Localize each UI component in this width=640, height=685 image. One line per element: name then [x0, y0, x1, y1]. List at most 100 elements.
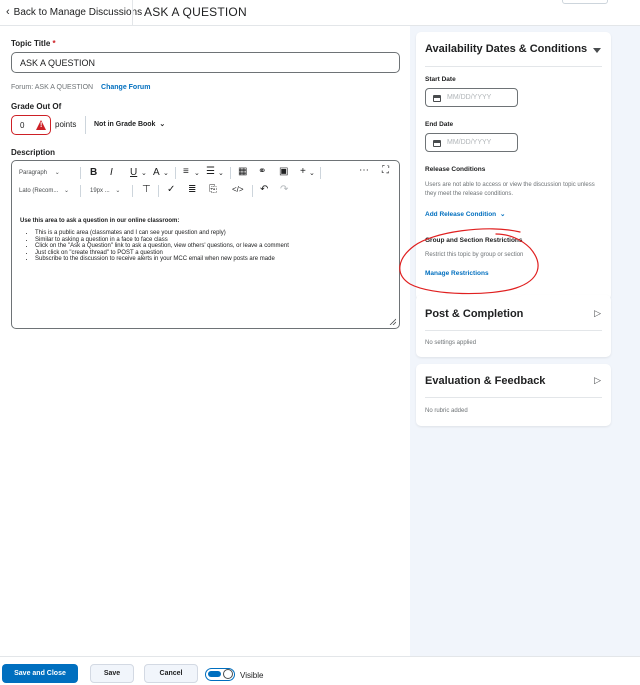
post-completion-status: No settings applied — [425, 340, 477, 346]
expand-caret-icon[interactable]: ▷ — [594, 375, 601, 386]
availability-title[interactable]: Availability Dates & Conditions — [425, 43, 587, 55]
post-completion-title[interactable]: Post & Completion — [425, 308, 523, 320]
list-item: Subscribe to the discussion to receive a… — [35, 256, 391, 263]
evaluation-feedback-status: No rubric added — [425, 408, 468, 414]
topic-title-label-text: Topic Title — [11, 39, 51, 48]
description-editor[interactable]: Paragraph ⌄ B I U ⌄ A ⌄ ≡ ⌄ ☰ ⌄ ▦ ⚭ ▣ + … — [11, 160, 400, 329]
content-lead: Use this area to ask a question in our o… — [20, 218, 180, 224]
collapse-caret-icon[interactable] — [593, 48, 601, 53]
start-date-placeholder: MM/DD/YYYY — [447, 94, 492, 101]
save-and-close-button[interactable]: Save and Close — [2, 664, 78, 683]
underline-button[interactable]: U — [130, 167, 137, 178]
top-bar: ‹ Back to Manage Discussions ASK A QUEST… — [0, 0, 640, 26]
bottom-action-bar: Save and Close Save Cancel Visible — [0, 656, 640, 685]
more-options-icon[interactable]: ⋯ — [359, 166, 369, 176]
chevron-down-icon: ⌄ — [159, 121, 166, 128]
manage-restrictions-link[interactable]: Manage Restrictions — [425, 270, 489, 277]
end-date-placeholder: MM/DD/YYYY — [447, 139, 492, 146]
post-completion-card: Post & Completion ▷ No settings applied — [416, 295, 611, 357]
save-button[interactable]: Save — [90, 664, 134, 683]
font-size-select[interactable]: 19px ... ⌄ — [90, 187, 120, 194]
list-icon[interactable]: ☰ — [206, 167, 215, 177]
cancel-button[interactable]: Cancel — [144, 664, 198, 683]
resize-handle-icon[interactable] — [389, 318, 396, 325]
italic-button[interactable]: I — [110, 167, 113, 178]
grade-book-label: Not in Grade Book — [94, 121, 156, 128]
toolbar-divider — [320, 167, 321, 179]
bold-button[interactable]: B — [90, 167, 97, 178]
redo-icon[interactable]: ↷ — [280, 185, 288, 195]
chevron-left-icon: ‹ — [6, 6, 10, 18]
preview-icon[interactable]: ⎘ — [209, 185, 217, 195]
warning-exclamation-icon: ! — [40, 122, 43, 129]
chevron-down-icon: ⌄ — [499, 211, 506, 218]
text-color-icon[interactable]: A — [153, 168, 160, 178]
add-release-condition-link[interactable]: Add Release Condition ⌄ — [425, 210, 505, 218]
visible-label: Visible — [240, 671, 264, 680]
align-icon[interactable]: ≡ — [183, 167, 189, 177]
topic-title-input[interactable]: ASK A QUESTION — [11, 52, 400, 73]
card-divider — [425, 66, 602, 67]
paragraph-format-label: Paragraph — [19, 170, 48, 176]
fullscreen-icon[interactable]: ⛶ — [382, 166, 389, 176]
toggle-knob-icon — [223, 669, 233, 679]
format-painter-icon[interactable]: ⊤ — [142, 185, 151, 195]
insert-stuff-icon[interactable]: ▦ — [238, 167, 247, 177]
add-release-condition-label: Add Release Condition — [425, 211, 497, 218]
undo-icon[interactable]: ↶ — [260, 185, 268, 195]
start-date-input[interactable]: MM/DD/YYYY — [425, 88, 518, 107]
back-to-manage-discussions-link[interactable]: ‹ Back to Manage Discussions — [6, 6, 142, 18]
chevron-down-icon: ⌄ — [54, 170, 60, 176]
chevron-down-icon[interactable]: ⌄ — [141, 169, 147, 179]
start-date-label: Start Date — [425, 76, 456, 83]
editor-content[interactable]: Use this area to ask a question in our o… — [20, 218, 391, 263]
content-bullet-list: This is a public area (classmates and I … — [20, 230, 391, 263]
group-section-label: Group and Section Restrictions — [425, 237, 523, 244]
required-mark: * — [52, 39, 56, 48]
chevron-down-icon: ⌄ — [115, 188, 121, 194]
grade-book-dropdown[interactable]: Not in Grade Book ⌄ — [94, 120, 165, 128]
change-forum-link[interactable]: Change Forum — [101, 84, 150, 91]
card-divider — [425, 397, 602, 398]
topic-title-value: ASK A QUESTION — [20, 58, 96, 68]
insert-plus-icon[interactable]: + — [300, 167, 306, 177]
grade-out-of-input[interactable]: 0 ! — [11, 115, 51, 135]
toolbar-divider — [158, 185, 159, 197]
end-date-label: End Date — [425, 121, 454, 128]
list-item: Similar to asking a question in a face t… — [35, 237, 391, 244]
list-item: Just click on "create thread" to POST a … — [35, 250, 391, 257]
chevron-down-icon[interactable]: ⌄ — [194, 169, 200, 179]
forum-text: Forum: ASK A QUESTION — [11, 84, 94, 91]
release-conditions-text: Users are not able to access or view the… — [425, 182, 595, 197]
chevron-down-icon: ⌄ — [64, 188, 70, 194]
chevron-down-icon[interactable]: ⌄ — [163, 169, 169, 179]
list-item: This is a public area (classmates and I … — [35, 230, 391, 237]
visible-toggle[interactable] — [205, 668, 235, 681]
expand-caret-icon[interactable]: ▷ — [594, 308, 601, 319]
evaluation-feedback-title[interactable]: Evaluation & Feedback — [425, 375, 545, 387]
image-icon[interactable]: ▣ — [279, 167, 288, 177]
grade-out-of-label: Grade Out Of — [11, 102, 62, 111]
source-code-icon[interactable]: </> — [232, 185, 244, 195]
release-conditions-label: Release Conditions — [425, 166, 486, 173]
forum-line: Forum: ASK A QUESTION Change Forum — [11, 84, 150, 91]
toggle-track-icon — [208, 671, 221, 677]
font-family-label: Lato (Recom... — [19, 188, 59, 194]
word-count-icon[interactable]: ≣ — [188, 185, 196, 195]
spellcheck-icon[interactable]: ✓ — [167, 185, 175, 195]
chevron-down-icon[interactable]: ⌄ — [218, 169, 224, 179]
toolbar-divider — [80, 185, 81, 197]
top-divider — [132, 0, 133, 26]
grade-value: 0 — [20, 121, 25, 130]
chevron-down-icon[interactable]: ⌄ — [309, 169, 315, 179]
link-icon[interactable]: ⚭ — [258, 167, 266, 177]
top-right-button[interactable] — [562, 0, 608, 4]
calendar-icon — [433, 95, 441, 102]
paragraph-format-select[interactable]: Paragraph ⌄ — [19, 169, 60, 176]
end-date-input[interactable]: MM/DD/YYYY — [425, 133, 518, 152]
toolbar-divider — [230, 167, 231, 179]
font-family-select[interactable]: Lato (Recom... ⌄ — [19, 187, 69, 194]
topic-title-label: Topic Title * — [11, 39, 56, 48]
toolbar-divider — [175, 167, 176, 179]
points-label: points — [55, 120, 77, 129]
